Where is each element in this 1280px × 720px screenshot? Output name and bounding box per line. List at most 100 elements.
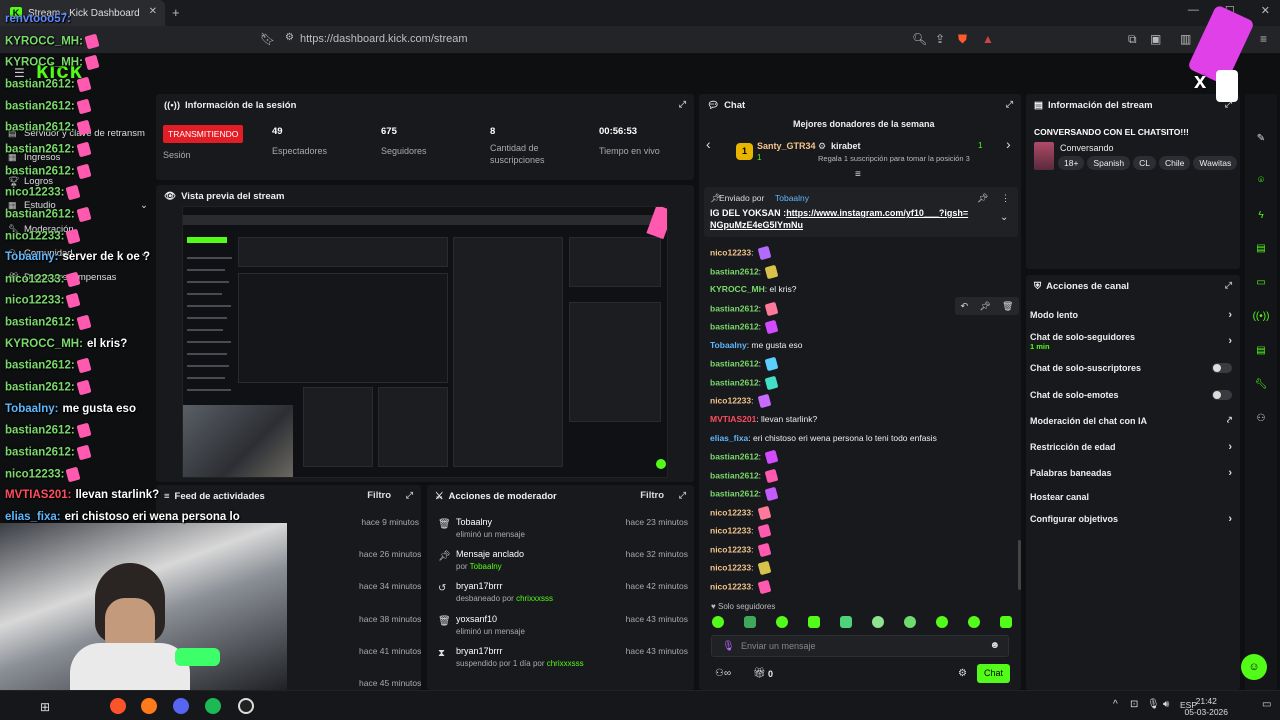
emote-icon[interactable] <box>904 616 916 628</box>
chat-scrollbar[interactable] <box>1018 540 1021 590</box>
donors-next-icon[interactable]: › <box>1006 136 1011 152</box>
chat-username[interactable]: nico12233 <box>710 563 751 573</box>
clock[interactable]: 21:42 05-03-2026 <box>1185 696 1228 718</box>
chat-username[interactable]: MVTIAS201 <box>710 414 756 424</box>
discord-icon[interactable] <box>173 698 189 714</box>
windows-start-icon[interactable]: ⊞ <box>40 700 50 714</box>
spotify-icon[interactable] <box>205 698 221 714</box>
emote-icon[interactable] <box>872 616 884 628</box>
lightning-icon[interactable]: ϟ <box>1252 210 1270 228</box>
unpin-icon[interactable]: 📌︎ <box>977 193 988 204</box>
chat-username[interactable]: nico12233 <box>710 526 751 536</box>
delete-message-icon[interactable]: 🗑︎ <box>1002 301 1013 312</box>
chat-username[interactable]: bastian2612 <box>710 377 759 387</box>
edit-icon[interactable]: ✎ <box>1252 133 1270 151</box>
emote-icon[interactable] <box>840 616 852 628</box>
emote-icon[interactable] <box>808 616 820 628</box>
firefox-icon[interactable] <box>141 698 157 714</box>
action-followers-only[interactable]: Chat de solo-seguidores 1 min › <box>1030 332 1232 351</box>
category-name[interactable]: Conversando <box>1060 143 1114 153</box>
chat-username[interactable]: nico12233 <box>710 247 751 257</box>
wrench-icon[interactable]: 🔧︎ <box>1252 379 1270 397</box>
points-icon[interactable]: ⚇∞ <box>715 668 731 679</box>
pinned-menu-icon[interactable]: ⋮ <box>1001 193 1010 204</box>
notifications-icon[interactable]: ▭ <box>1262 699 1271 710</box>
people-icon[interactable]: ⚇ <box>1252 413 1270 431</box>
share-icon[interactable]: ⇪ <box>935 32 945 46</box>
camera-icon[interactable]: ⌾ <box>1252 175 1270 193</box>
server-icon[interactable]: ▤ <box>1252 345 1270 363</box>
feed-filter-button[interactable]: Filtro <box>367 490 391 501</box>
pinned-expand-icon[interactable]: ⌄ <box>1000 212 1008 223</box>
chat-username[interactable]: KYROCC_MH <box>710 284 765 294</box>
action-emotes-only[interactable]: Chat de solo-emotes <box>1030 390 1232 400</box>
expand-icon[interactable]: ⤢ <box>1006 99 1013 110</box>
rewards-icon[interactable]: ▲ <box>982 32 994 46</box>
chat-username[interactable]: nico12233 <box>710 544 751 554</box>
mod-filter-button[interactable]: Filtro <box>640 490 664 501</box>
chat-username[interactable]: nico12233 <box>710 396 751 406</box>
chat-username[interactable]: bastian2612 <box>710 266 759 276</box>
help-button[interactable]: ☺ <box>1241 654 1267 680</box>
chat-username[interactable]: bastian2612 <box>710 303 759 313</box>
pin-message-icon[interactable]: 📌︎ <box>979 301 990 312</box>
broadcast-icon[interactable]: ((•)) <box>1252 311 1270 329</box>
emote-icon[interactable] <box>968 616 980 628</box>
action-banned-words[interactable]: Palabras baneadas › <box>1030 467 1232 479</box>
chat-icon[interactable]: ▭ <box>1252 277 1270 295</box>
mic-icon[interactable]: 🎙︎ <box>722 641 735 652</box>
action-slow-mode[interactable]: Modo lento › <box>1030 309 1232 321</box>
emotes-only-toggle[interactable] <box>1212 390 1232 400</box>
action-goals[interactable]: Configurar objetivos › <box>1030 513 1232 525</box>
chat-input-placeholder[interactable]: Enviar un mensaje <box>741 641 816 651</box>
expand-icon[interactable]: ⤢ <box>406 490 413 501</box>
volume-icon[interactable]: 🔊︎ <box>1163 699 1169 710</box>
chat-username[interactable]: bastian2612 <box>710 488 759 498</box>
bookmark-icon[interactable]: 🔖︎ <box>260 32 275 46</box>
expand-icon[interactable]: ⤢ <box>1225 280 1232 291</box>
stream-preview[interactable] <box>182 206 668 478</box>
emote-icon[interactable] <box>744 616 756 628</box>
brave-icon[interactable] <box>110 698 126 714</box>
zoom-icon[interactable]: 🔍︎ <box>912 32 927 46</box>
donor2-name[interactable]: kirabet <box>831 141 861 151</box>
chat-username[interactable]: bastian2612 <box>710 470 759 480</box>
brave-shield-icon[interactable]: ⛊ <box>958 32 967 47</box>
emoji-picker-icon[interactable]: ☻ <box>989 640 1000 651</box>
obs-icon[interactable] <box>238 698 254 714</box>
wallet-icon[interactable]: ▣ <box>1150 32 1161 46</box>
new-tab-icon[interactable]: + <box>172 5 180 20</box>
chat-username[interactable]: nico12233 <box>710 507 751 517</box>
action-host-channel[interactable]: Hostear canal <box>1030 492 1232 502</box>
donors-prev-icon[interactable]: ‹ <box>706 136 711 152</box>
extensions-icon[interactable]: ⧉ <box>1128 32 1137 47</box>
menu-icon[interactable]: ≡ <box>1260 32 1267 46</box>
chat-username[interactable]: nico12233 <box>710 581 751 591</box>
collapse-icon[interactable]: ≡ <box>855 169 861 180</box>
url-field[interactable]: https://dashboard.kick.com/stream <box>300 33 468 45</box>
action-subscribers-only[interactable]: Chat de solo-suscriptores <box>1030 363 1232 373</box>
gift-icon[interactable]: 🎁︎ <box>753 668 766 679</box>
tray-chevron-icon[interactable]: ^ <box>1113 699 1118 710</box>
expand-icon[interactable]: ⤢ <box>679 99 686 110</box>
action-age-restriction[interactable]: Restricción de edad › <box>1030 441 1232 453</box>
chat-username[interactable]: elias_fixa <box>710 433 748 443</box>
close-window-icon[interactable]: ✕ <box>1261 4 1270 17</box>
site-settings-icon[interactable]: ⚙ <box>285 32 294 43</box>
mic-tray-icon[interactable]: 🎙︎ <box>1147 699 1160 710</box>
chat-username[interactable]: bastian2612 <box>710 321 759 331</box>
expand-icon[interactable]: ⤢ <box>679 490 686 501</box>
emote-icon[interactable] <box>936 616 948 628</box>
emote-icon[interactable] <box>776 616 788 628</box>
chat-username[interactable]: bastian2612 <box>710 359 759 369</box>
chat-username[interactable]: bastian2612 <box>710 451 759 461</box>
document-icon[interactable]: ▤ <box>1252 243 1270 261</box>
donor-name[interactable]: Santy_GTR34 <box>757 141 816 151</box>
emote-icon[interactable] <box>1000 616 1012 628</box>
reply-icon[interactable]: ↶ <box>961 301 969 312</box>
chat-settings-icon[interactable]: ⚙ <box>958 668 967 679</box>
chat-username[interactable]: Tobaalny <box>710 340 747 350</box>
chat-input-box[interactable]: 🎙︎ Enviar un mensaje ☻ <box>711 635 1009 657</box>
emote-icon[interactable] <box>712 616 724 628</box>
network-icon[interactable]: ⊡ <box>1130 699 1138 710</box>
